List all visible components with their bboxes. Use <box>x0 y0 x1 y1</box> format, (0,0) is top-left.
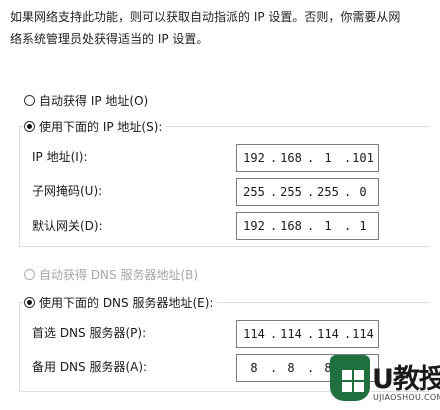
auto-dns-label: 自动获得 DNS 服务器地址(B) <box>39 267 199 282</box>
shield-icon <box>330 355 370 401</box>
windows-logo-icon <box>342 370 364 392</box>
manual-ip-radio[interactable] <box>24 120 35 132</box>
manual-dns-radio-option[interactable]: 使用下面的 DNS 服务器地址(E): <box>24 292 218 312</box>
ip-octet: 168 <box>280 151 302 165</box>
description-line-2: 络系统管理员处获得适当的 IP 设置。 <box>10 32 209 46</box>
alternate-dns-label: 备用 DNS 服务器(A): <box>32 360 148 374</box>
ip-address-label: IP 地址(I): <box>32 150 88 164</box>
ip-octet: 8 <box>250 361 258 375</box>
subnet-mask-input[interactable]: 255 . 255 . 255 . 0 <box>236 178 379 206</box>
watermark-brand: U教授 <box>372 364 440 395</box>
ip-octet: 255 <box>280 185 302 199</box>
ip-octet: 192 <box>243 219 265 233</box>
ip-octet: 114 <box>243 327 265 341</box>
watermark-logo: U教授 UJIAOSHOU.COM <box>326 349 440 410</box>
manual-dns-radio[interactable] <box>24 296 35 308</box>
ip-address-input[interactable]: 192 . 168 . 1 . 101 <box>236 144 379 172</box>
manual-dns-label: 使用下面的 DNS 服务器地址(E): <box>39 295 214 310</box>
ip-octet: 255 <box>317 185 339 199</box>
ip-octet: 192 <box>243 151 265 165</box>
ip-octet: 101 <box>352 151 374 165</box>
default-gateway-label: 默认网关(D): <box>32 219 103 233</box>
ip-octet: 8 <box>287 361 295 375</box>
ip-octet: 114 <box>280 327 302 341</box>
ip-octet: 0 <box>359 185 367 199</box>
auto-dns-radio-option[interactable]: 自动获得 DNS 服务器地址(B) <box>24 264 198 284</box>
ip-octet: 114 <box>317 327 339 341</box>
preferred-dns-input[interactable]: 114 . 114 . 114 . 114 <box>236 320 379 348</box>
ip-octet: 1 <box>359 219 367 233</box>
ip-octet: 114 <box>352 327 374 341</box>
ip-octet: 1 <box>324 219 332 233</box>
ip-octet: 168 <box>280 219 302 233</box>
auto-ip-radio[interactable] <box>24 94 35 106</box>
manual-ip-radio-option[interactable]: 使用下面的 IP 地址(S): <box>24 116 167 136</box>
auto-dns-radio[interactable] <box>24 268 35 280</box>
ip-octet: 255 <box>243 185 265 199</box>
default-gateway-input[interactable]: 192 . 168 . 1 . 1 <box>236 212 379 240</box>
auto-ip-radio-option[interactable]: 自动获得 IP 地址(O) <box>24 90 148 110</box>
description-line-1: 如果网络支持此功能，则可以获取自动指派的 IP 设置。否则，你需要从网 <box>10 10 401 24</box>
auto-ip-label: 自动获得 IP 地址(O) <box>39 93 149 108</box>
watermark-url: UJIAOSHOU.COM <box>373 393 440 402</box>
manual-ip-label: 使用下面的 IP 地址(S): <box>39 119 163 134</box>
description-text: 如果网络支持此功能，则可以获取自动指派的 IP 设置。否则，你需要从网 络系统管… <box>10 6 430 50</box>
subnet-mask-label: 子网掩码(U): <box>32 184 103 198</box>
ip-octet: 1 <box>324 151 332 165</box>
preferred-dns-label: 首选 DNS 服务器(P): <box>32 326 147 340</box>
